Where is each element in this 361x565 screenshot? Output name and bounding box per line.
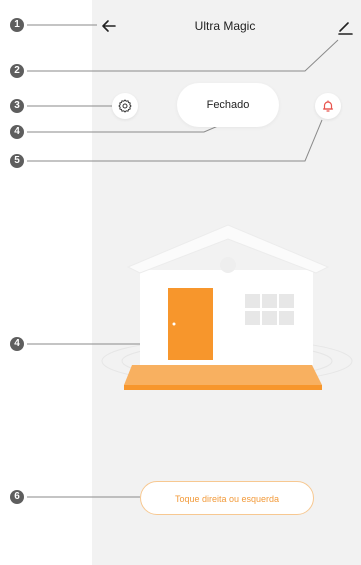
door-status-badge: Fechado [177,83,279,127]
swipe-action-button[interactable]: Toque direita ou esquerda [140,481,314,515]
house-step [124,365,322,385]
door-knob [172,322,176,326]
settings-button[interactable] [112,93,138,119]
page-title: Ultra Magic [194,19,256,33]
house-illustration[interactable] [92,215,361,395]
attic-window [220,257,236,273]
callout-marker: 2 [10,64,24,78]
arrow-left-icon [102,20,116,32]
pencil-icon [338,22,353,35]
callout-marker: 4 [10,125,24,139]
house-step-edge [124,385,322,390]
edit-button[interactable] [337,19,353,35]
callout-marker: 6 [10,490,24,504]
back-button[interactable] [100,17,118,35]
callout-marker: 1 [10,18,24,32]
bell-icon [322,100,334,112]
callout-marker: 4 [10,337,24,351]
callout-marker: 3 [10,99,24,113]
notifications-button[interactable] [315,93,341,119]
callout-marker: 5 [10,154,24,168]
gear-icon [118,99,132,113]
